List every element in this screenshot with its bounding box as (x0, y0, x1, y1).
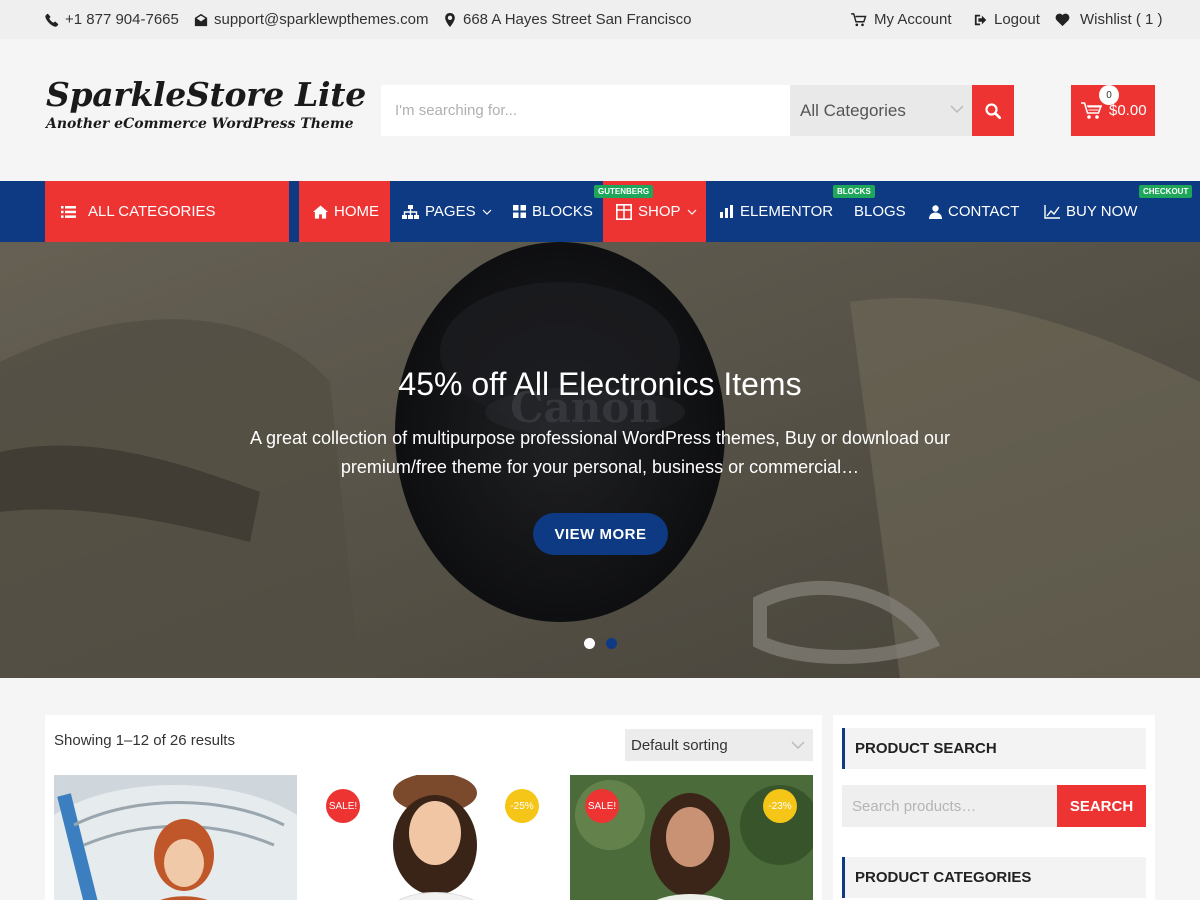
home-icon (313, 204, 328, 219)
product-card[interactable]: SALE! -25% (315, 775, 558, 900)
nav-item-buy-now[interactable]: BUY NOW (1044, 181, 1137, 242)
sitemap-icon (402, 204, 419, 219)
logout-label: Logout (994, 11, 1040, 28)
bar-chart-icon (720, 205, 733, 218)
wishlist-label: Wishlist ( 1 ) (1080, 11, 1163, 28)
nav-item-pages[interactable]: PAGES (402, 181, 492, 242)
nav-badge-blocks: BLOCKS (833, 185, 875, 198)
discount-badge: -23% (763, 789, 797, 823)
top-bar: +1 877 904-7665 support@sparklewpthemes.… (0, 0, 1200, 39)
product-card[interactable] (54, 775, 297, 900)
cart-button[interactable]: 0 $0.00 (1071, 85, 1155, 136)
table-icon (616, 203, 632, 220)
nav-label-blocks: BLOCKS (532, 203, 593, 220)
nav-label-shop: SHOP (638, 203, 681, 220)
slider-dot-1[interactable] (584, 638, 595, 649)
product-search-input[interactable] (381, 85, 791, 136)
product-categories-widget-title: PRODUCT CATEGORIES (842, 857, 1146, 898)
address-text: 668 A Hayes Street San Francisco (463, 11, 692, 28)
phone-icon (45, 13, 59, 27)
sorting-select[interactable]: Default sorting (625, 729, 813, 761)
site-header: SparkleStore Lite Another eCommerce Word… (0, 39, 1200, 181)
list-icon (61, 205, 76, 218)
hero-slider: Canon 45% off All Electronics Items A gr… (0, 242, 1200, 678)
logout-link[interactable]: Logout (974, 0, 1040, 39)
category-select[interactable]: All Categories (790, 85, 972, 136)
nav-badge-gutenberg: GUTENBERG (594, 185, 654, 198)
sale-badge: SALE! (585, 789, 619, 823)
cart-count-badge: 0 (1099, 85, 1119, 105)
heart-icon (1055, 13, 1070, 26)
search-icon (985, 102, 1001, 119)
sorting-value: Default sorting (631, 736, 728, 754)
nav-label-buy-now: BUY NOW (1066, 203, 1138, 220)
chevron-down-icon (791, 741, 805, 749)
nav-label-elementor: ELEMENTOR (740, 203, 834, 220)
grid-icon (513, 205, 526, 218)
chevron-down-icon (482, 209, 492, 215)
view-more-button[interactable]: VIEW MORE (533, 513, 668, 555)
sign-out-icon (974, 14, 987, 25)
nav-item-home[interactable]: HOME (299, 181, 390, 242)
all-categories-button[interactable]: ALL CATEGORIES (45, 181, 289, 242)
nav-item-contact[interactable]: CONTACT (929, 181, 1019, 242)
nav-label-contact: CONTACT (948, 203, 1020, 220)
line-chart-icon (1044, 204, 1060, 219)
sale-badge: SALE! (326, 789, 360, 823)
user-icon (929, 204, 942, 219)
site-title[interactable]: SparkleStore Lite (46, 75, 366, 114)
nav-badge-checkout: CHECKOUT (1139, 185, 1193, 198)
nav-label-home: HOME (334, 203, 379, 220)
email-contact[interactable]: support@sparklewpthemes.com (194, 0, 428, 39)
sidebar-search-input[interactable] (842, 785, 1057, 827)
nav-item-blocks[interactable]: BLOCKS (513, 181, 593, 242)
sidebar-search-button[interactable]: SEARCH (1057, 785, 1146, 827)
phone-contact[interactable]: +1 877 904-7665 (45, 0, 179, 39)
envelope-open-icon (194, 13, 208, 26)
nav-label-pages: PAGES (425, 203, 476, 220)
map-marker-icon (445, 12, 455, 27)
search-button[interactable] (972, 85, 1014, 136)
my-account-label: My Account (874, 11, 952, 28)
all-categories-label: ALL CATEGORIES (88, 203, 216, 220)
result-count: Showing 1–12 of 26 results (54, 732, 235, 749)
category-select-value: All Categories (800, 100, 906, 120)
shopping-cart-icon (1081, 101, 1103, 119)
chevron-down-icon (950, 105, 964, 114)
my-account-link[interactable]: My Account (850, 0, 952, 39)
hero-title: 45% off All Electronics Items (398, 366, 802, 402)
phone-text: +1 877 904-7665 (65, 11, 179, 28)
hero-description: A great collection of multipurpose profe… (249, 428, 951, 477)
shop-sidebar: PRODUCT SEARCH SEARCH PRODUCT CATEGORIES (833, 715, 1155, 900)
product-card[interactable]: SALE! -23% (570, 775, 813, 900)
address-info: 668 A Hayes Street San Francisco (443, 0, 691, 39)
site-tagline: Another eCommerce WordPress Theme (46, 116, 354, 132)
discount-badge: -25% (505, 789, 539, 823)
product-search-widget-title: PRODUCT SEARCH (842, 728, 1146, 769)
chevron-down-icon (687, 209, 696, 215)
slider-dot-2[interactable] (606, 638, 617, 649)
nav-label-blogs: BLOGS (854, 203, 906, 220)
email-text: support@sparklewpthemes.com (214, 11, 429, 28)
product-image (54, 775, 297, 900)
nav-item-elementor[interactable]: ELEMENTOR (720, 181, 833, 242)
wishlist-link[interactable]: Wishlist ( 1 ) (1055, 0, 1163, 39)
cart-total: $0.00 (1109, 102, 1147, 119)
cart-icon (851, 12, 867, 26)
product-listing: Showing 1–12 of 26 results Default sorti… (45, 715, 822, 900)
main-navigation: ALL CATEGORIES HOME PAGES BLOCKS SHOP GU… (0, 181, 1200, 242)
